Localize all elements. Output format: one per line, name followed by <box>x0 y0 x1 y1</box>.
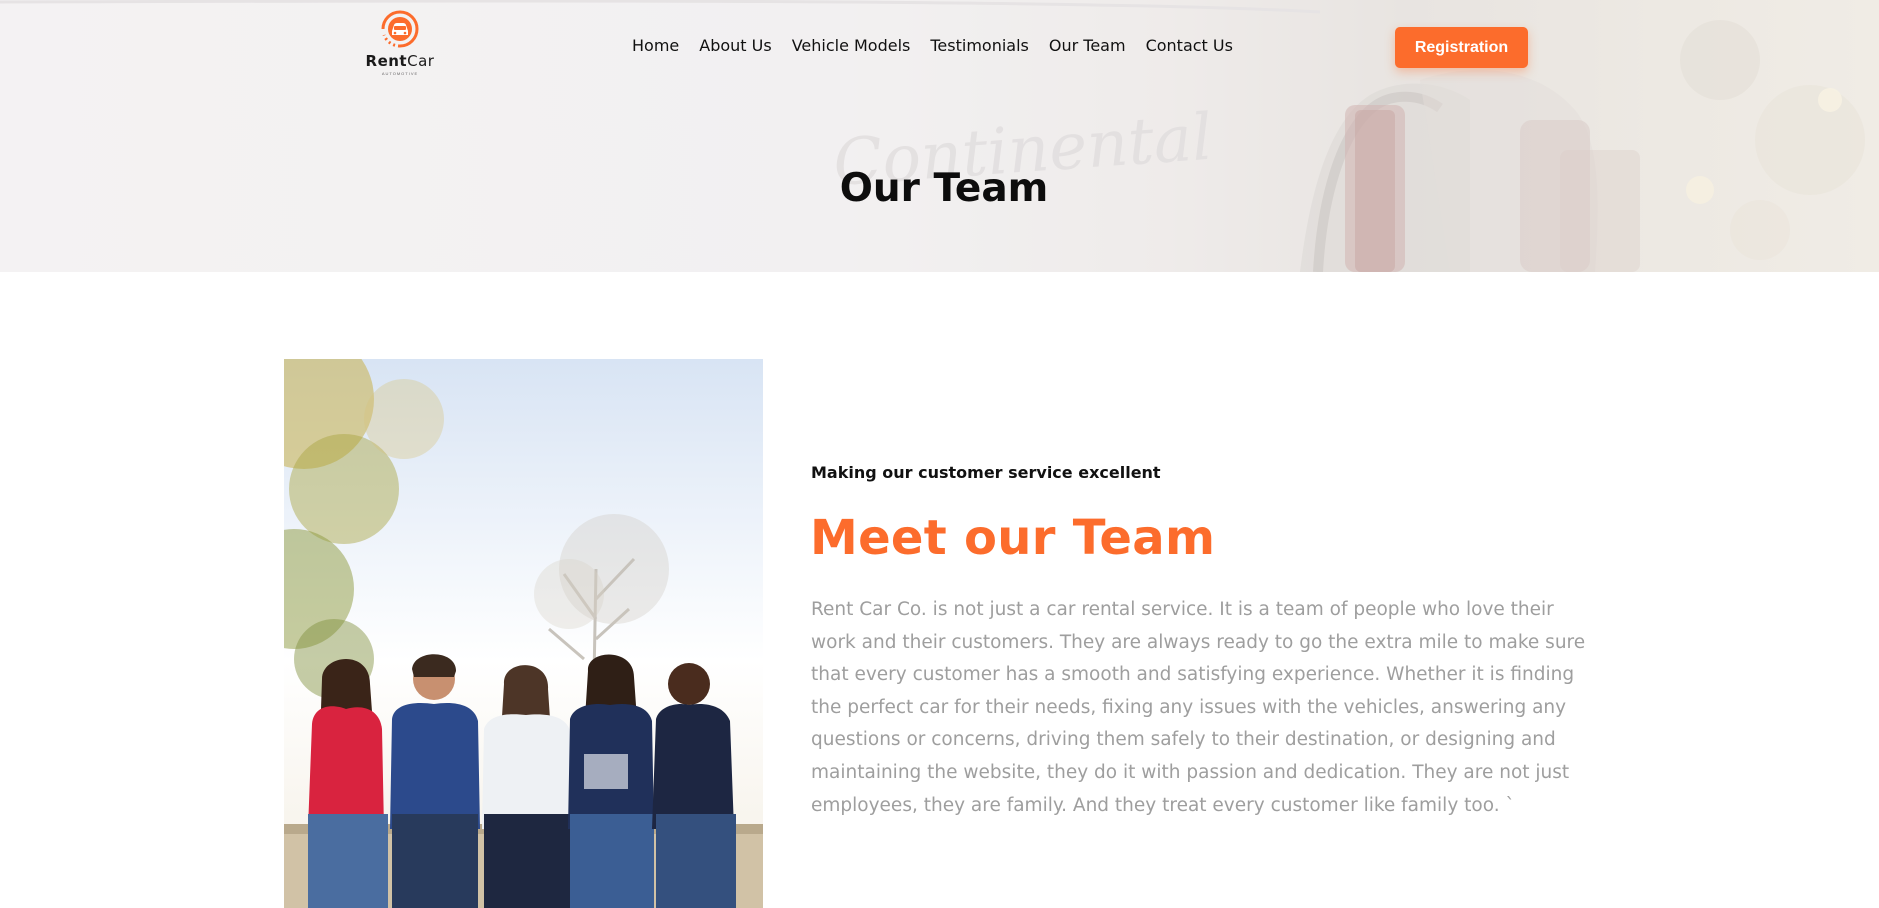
nav-vehicle-models[interactable]: Vehicle Models <box>792 36 911 60</box>
nav-about-us[interactable]: About Us <box>699 36 771 60</box>
team-description: Rent Car Co. is not just a car rental se… <box>811 599 1586 816</box>
brand-name: RentCar <box>365 52 435 70</box>
team-group-photo-icon <box>284 359 763 908</box>
section-eyebrow: Making our customer service excellent <box>811 463 1161 482</box>
nav-home[interactable]: Home <box>632 36 679 60</box>
nav-our-team[interactable]: Our Team <box>1049 36 1126 60</box>
car-logo-icon <box>381 10 419 48</box>
hero-banner: Continental RentCar AUTOMOTIVE Home Abou… <box>0 0 1879 272</box>
nav-testimonials[interactable]: Testimonials <box>930 36 1029 60</box>
nav-contact-us[interactable]: Contact Us <box>1146 36 1233 60</box>
brand-tagline: AUTOMOTIVE <box>381 71 419 76</box>
team-photo <box>284 359 763 908</box>
brand-logo[interactable]: RentCar AUTOMOTIVE <box>360 4 440 82</box>
section-heading: Meet our Team <box>810 510 1216 566</box>
main-nav: Home About Us Vehicle Models Testimonial… <box>632 36 1253 60</box>
page-title: Our Team <box>839 166 1049 211</box>
registration-button[interactable]: Registration <box>1395 27 1528 68</box>
